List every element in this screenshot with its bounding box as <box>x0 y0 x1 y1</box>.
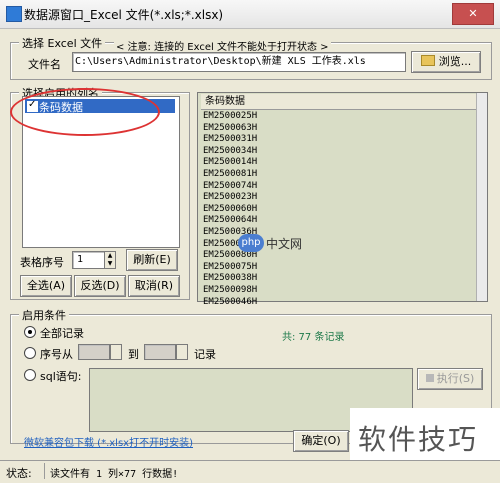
status-text: 读文件有 1 列×77 行数据! <box>50 469 179 480</box>
php-watermark-text: 中文网 <box>266 237 303 251</box>
record-count: 共: 77 条记录 <box>282 332 345 343</box>
refresh-button[interactable]: 刷新(E) <box>126 249 178 271</box>
file-path-field[interactable]: C:\Users\Administrator\Desktop\新建 XLS 工作… <box>72 52 406 72</box>
file-name-label: 文件名 <box>28 58 61 71</box>
data-rows: EM2500025H EM2500063H EM2500031H EM2500034H… <box>203 111 257 308</box>
range-suffix-label: 记录 <box>194 348 216 361</box>
file-group-label: 选择 Excel 文件 <box>19 35 106 51</box>
range-start-spinner[interactable] <box>110 344 122 360</box>
data-row: EM2500046H <box>203 296 258 307</box>
data-row: EM2500064H <box>203 215 258 226</box>
data-row: EM2500034H <box>203 145 258 156</box>
table-index-label: 表格序号 <box>20 256 64 269</box>
data-row: EM2500060H <box>203 203 258 214</box>
select-all-button[interactable]: 全选(A) <box>20 275 72 297</box>
excel-datasource-window: 数据源窗口_Excel 文件(*.xls;*.xlsx) ✕ 选择 Excel … <box>0 0 500 483</box>
data-row: EM2500063H <box>203 122 258 133</box>
compat-pack-download-link[interactable]: 微软兼容包下载 (*.xlsx打不开时安装) <box>24 434 193 449</box>
range-start-field[interactable] <box>78 344 110 360</box>
browse-label: 浏览... <box>438 55 472 68</box>
execute-label: 执行(S) <box>436 372 475 385</box>
range-radio[interactable] <box>24 347 36 359</box>
conditions-group-label: 启用条件 <box>19 307 69 323</box>
status-divider <box>44 463 45 479</box>
highlight-circle <box>10 88 160 136</box>
data-scrollbar[interactable] <box>476 93 487 301</box>
range-to-label: 到 <box>128 348 139 361</box>
data-preview[interactable]: 条码数据 EM2500025H EM2500063H EM2500031H EM250… <box>197 92 488 307</box>
window-title: 数据源窗口_Excel 文件(*.xls;*.xlsx) <box>24 8 224 22</box>
execute-button[interactable]: 执行(S) <box>417 368 483 390</box>
watermark-corner-text: 软件技巧 <box>358 423 479 456</box>
table-index-field[interactable]: 1 <box>72 251 108 269</box>
data-row: EM2500025H <box>203 111 258 121</box>
data-row: EM2500098H <box>203 284 258 295</box>
data-row: EM2500031H <box>203 134 258 145</box>
range-end-field[interactable] <box>144 344 176 360</box>
folder-icon <box>420 55 435 66</box>
data-row: EM2500074H <box>203 180 258 191</box>
range-end-spinner[interactable] <box>176 344 188 360</box>
all-records-label: 全部记录 <box>40 327 84 340</box>
data-row: EM2500038H <box>203 273 258 284</box>
app-icon <box>6 6 22 22</box>
invert-selection-button[interactable]: 反选(D) <box>74 275 126 297</box>
range-prefix-label: 序号从 <box>40 348 73 361</box>
browse-button[interactable]: 浏览... <box>411 51 481 73</box>
sql-radio[interactable] <box>24 369 36 381</box>
all-records-radio[interactable] <box>24 326 36 338</box>
data-row: EM2500075H <box>203 261 258 272</box>
title-bar: 数据源窗口_Excel 文件(*.xls;*.xlsx) ✕ <box>0 0 500 29</box>
ok-button[interactable]: 确定(O) <box>293 430 349 452</box>
close-button[interactable]: ✕ <box>452 3 494 25</box>
cancel-selection-button[interactable]: 取消(R) <box>128 275 180 297</box>
data-column-header: 条码数据 <box>201 94 483 110</box>
file-note: < 注意: 连接的 Excel 文件不能处于打开状态 > <box>114 38 331 53</box>
data-row: EM2500014H <box>203 157 258 168</box>
data-row: EM2500081H <box>203 168 258 179</box>
table-index-spinner[interactable]: ▲ ▼ <box>104 251 116 269</box>
status-label: 状态: <box>6 467 32 480</box>
data-row: EM2500023H <box>203 192 258 203</box>
execute-icon <box>425 374 434 382</box>
sql-label: sql语句: <box>40 370 82 383</box>
php-watermark-badge: php <box>238 234 264 252</box>
